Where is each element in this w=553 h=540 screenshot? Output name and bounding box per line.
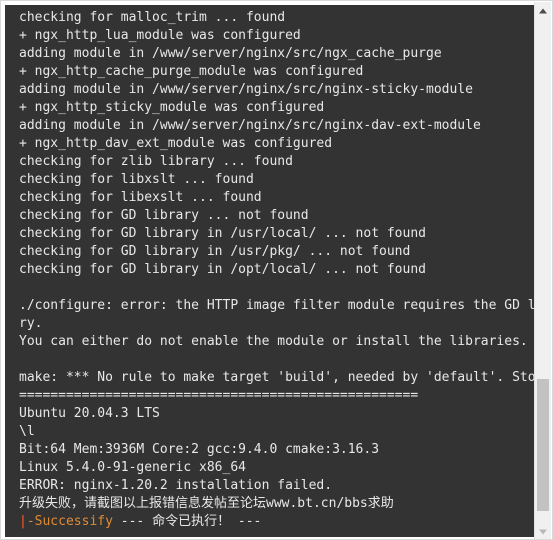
console-line: checking for GD library ... not found bbox=[19, 208, 309, 223]
console-line: checking for libexslt ... found bbox=[19, 190, 262, 205]
console-separator-line: ========================================… bbox=[19, 388, 419, 403]
vertical-scrollbar[interactable] bbox=[534, 2, 551, 539]
console-line: + ngx_http_dav_ext_module was configured bbox=[19, 136, 333, 151]
scroll-down-button[interactable] bbox=[535, 523, 551, 539]
scroll-down-arrow-icon bbox=[539, 529, 547, 534]
console-line: checking for GD library in /usr/local/ .… bbox=[19, 226, 426, 241]
console-line: ./configure: error: the HTTP image filte… bbox=[19, 298, 535, 313]
console-line: adding module in /www/server/nginx/src/n… bbox=[19, 46, 442, 61]
console-line: + ngx_http_sticky_module was configured bbox=[19, 100, 325, 115]
console-line: ry. bbox=[19, 316, 43, 331]
console-line: checking for malloc_trim ... found bbox=[19, 10, 286, 25]
console-line: \l bbox=[19, 424, 35, 439]
console-line: checking for zlib library ... found bbox=[19, 154, 293, 169]
separator-right: --- bbox=[230, 514, 262, 529]
final-status-message: 命令已执行！ bbox=[152, 514, 231, 529]
console-output[interactable]: checking for malloc_trim ... found + ngx… bbox=[5, 5, 535, 537]
console-line-help-notice: 升级失败，请截图以上报错信息发帖至论坛www.bt.cn/bbs求助 bbox=[19, 496, 394, 511]
console-line: checking for libxslt ... found bbox=[19, 172, 254, 187]
console-line-os-version: Ubuntu 20.04.3 LTS bbox=[19, 406, 160, 421]
scrollbar-track[interactable] bbox=[535, 19, 551, 523]
console-line: adding module in /www/server/nginx/src/n… bbox=[19, 118, 481, 133]
terminal-cursor: | bbox=[19, 514, 27, 529]
console-line-final-status: |-Successify --- 命令已执行！ --- bbox=[5, 513, 535, 531]
console-line-error: ERROR: nginx-1.20.2 installation failed. bbox=[19, 478, 333, 493]
console-line-kernel: Linux 5.4.0-91-generic x86_64 bbox=[19, 460, 246, 475]
console-line: make: *** No rule to make target 'build'… bbox=[19, 370, 535, 385]
terminal-window: checking for malloc_trim ... found + ngx… bbox=[0, 0, 553, 540]
status-token: -Successify bbox=[26, 514, 113, 529]
scrollbar-thumb[interactable] bbox=[537, 379, 549, 511]
separator-left: --- bbox=[112, 514, 153, 529]
console-line: You can either do not enable the module … bbox=[19, 334, 528, 349]
console-line: + ngx_http_cache_purge_module was config… bbox=[19, 64, 364, 79]
console-line: checking for GD library in /usr/pkg/ ...… bbox=[19, 244, 411, 259]
scroll-up-arrow-icon bbox=[539, 8, 547, 13]
console-line: checking for GD library in /opt/local/ .… bbox=[19, 262, 426, 277]
scroll-up-button[interactable] bbox=[535, 2, 551, 19]
console-line-system-specs: Bit:64 Mem:3936M Core:2 gcc:9.4.0 cmake:… bbox=[19, 442, 380, 457]
console-line: adding module in /www/server/nginx/src/n… bbox=[19, 82, 473, 97]
console-line: + ngx_http_lua_module was configured bbox=[19, 28, 301, 43]
